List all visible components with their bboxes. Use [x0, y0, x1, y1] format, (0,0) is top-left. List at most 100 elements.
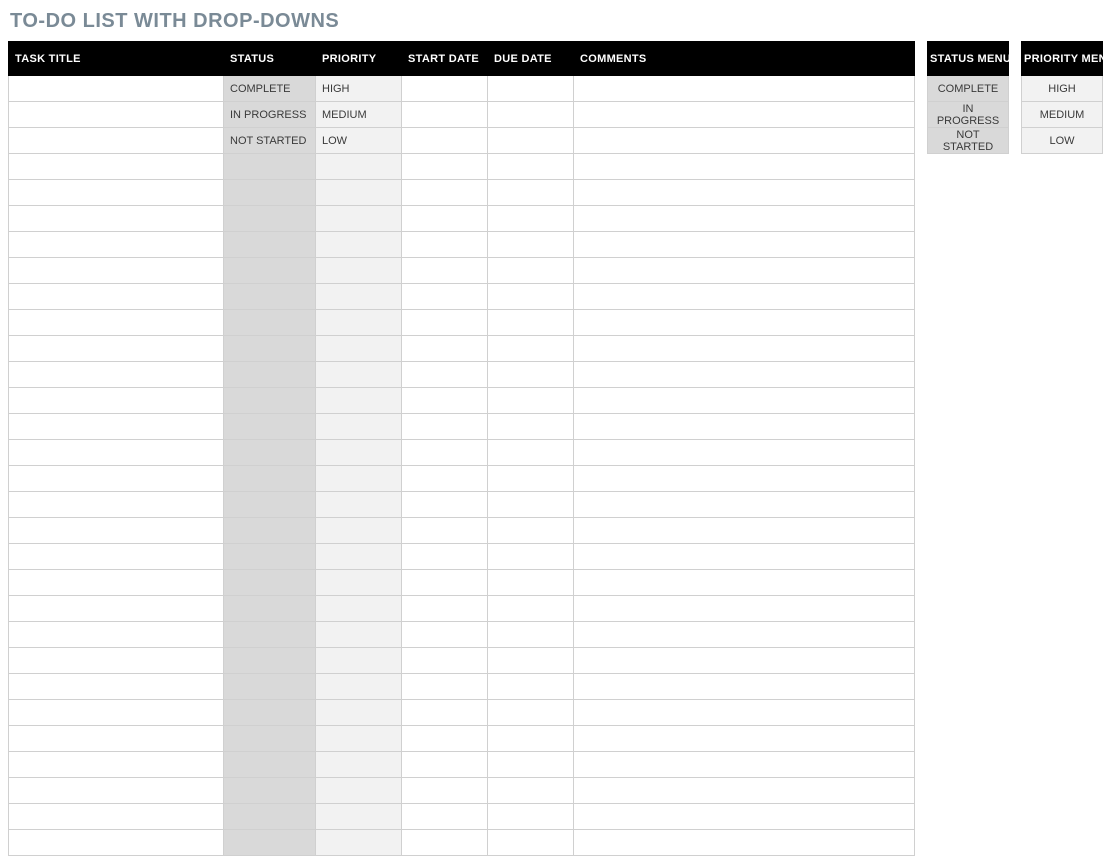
cell-comments[interactable] — [574, 154, 915, 180]
cell-due-date[interactable] — [488, 336, 574, 362]
cell-task-title[interactable] — [9, 700, 224, 726]
cell-status[interactable] — [224, 778, 316, 804]
cell-status[interactable] — [224, 700, 316, 726]
cell-start-date[interactable] — [402, 180, 488, 206]
cell-due-date[interactable] — [488, 232, 574, 258]
cell-comments[interactable] — [574, 700, 915, 726]
cell-due-date[interactable] — [488, 570, 574, 596]
cell-start-date[interactable] — [402, 102, 488, 128]
cell-due-date[interactable] — [488, 76, 574, 102]
cell-comments[interactable] — [574, 232, 915, 258]
cell-due-date[interactable] — [488, 492, 574, 518]
cell-due-date[interactable] — [488, 544, 574, 570]
cell-priority[interactable]: LOW — [316, 128, 402, 154]
cell-start-date[interactable] — [402, 778, 488, 804]
cell-comments[interactable] — [574, 310, 915, 336]
cell-start-date[interactable] — [402, 544, 488, 570]
cell-due-date[interactable] — [488, 154, 574, 180]
cell-status[interactable] — [224, 726, 316, 752]
cell-due-date[interactable] — [488, 440, 574, 466]
cell-task-title[interactable] — [9, 778, 224, 804]
cell-comments[interactable] — [574, 76, 915, 102]
cell-priority[interactable] — [316, 570, 402, 596]
cell-status[interactable] — [224, 622, 316, 648]
cell-priority[interactable] — [316, 778, 402, 804]
cell-status[interactable] — [224, 648, 316, 674]
cell-priority[interactable] — [316, 700, 402, 726]
cell-comments[interactable] — [574, 596, 915, 622]
cell-status[interactable] — [224, 544, 316, 570]
cell-priority[interactable] — [316, 362, 402, 388]
cell-task-title[interactable] — [9, 830, 224, 856]
cell-task-title[interactable] — [9, 310, 224, 336]
cell-comments[interactable] — [574, 726, 915, 752]
cell-status[interactable] — [224, 206, 316, 232]
cell-start-date[interactable] — [402, 258, 488, 284]
cell-priority[interactable] — [316, 674, 402, 700]
cell-status[interactable] — [224, 570, 316, 596]
cell-task-title[interactable] — [9, 206, 224, 232]
cell-comments[interactable] — [574, 492, 915, 518]
cell-priority[interactable] — [316, 648, 402, 674]
cell-priority[interactable] — [316, 414, 402, 440]
cell-task-title[interactable] — [9, 284, 224, 310]
cell-due-date[interactable] — [488, 466, 574, 492]
cell-comments[interactable] — [574, 206, 915, 232]
cell-task-title[interactable] — [9, 440, 224, 466]
cell-status[interactable] — [224, 258, 316, 284]
cell-priority[interactable] — [316, 518, 402, 544]
cell-task-title[interactable] — [9, 648, 224, 674]
cell-comments[interactable] — [574, 128, 915, 154]
cell-start-date[interactable] — [402, 492, 488, 518]
cell-due-date[interactable] — [488, 726, 574, 752]
cell-due-date[interactable] — [488, 180, 574, 206]
cell-task-title[interactable] — [9, 102, 224, 128]
cell-task-title[interactable] — [9, 258, 224, 284]
cell-comments[interactable] — [574, 180, 915, 206]
cell-start-date[interactable] — [402, 154, 488, 180]
cell-priority[interactable] — [316, 258, 402, 284]
cell-comments[interactable] — [574, 804, 915, 830]
cell-due-date[interactable] — [488, 752, 574, 778]
cell-task-title[interactable] — [9, 180, 224, 206]
priority-menu-item[interactable]: LOW — [1022, 128, 1103, 154]
cell-comments[interactable] — [574, 362, 915, 388]
cell-due-date[interactable] — [488, 622, 574, 648]
cell-start-date[interactable] — [402, 414, 488, 440]
cell-due-date[interactable] — [488, 128, 574, 154]
cell-due-date[interactable] — [488, 596, 574, 622]
cell-status[interactable] — [224, 674, 316, 700]
cell-task-title[interactable] — [9, 804, 224, 830]
cell-status[interactable] — [224, 466, 316, 492]
status-menu-item[interactable]: COMPLETE — [928, 76, 1009, 102]
cell-due-date[interactable] — [488, 700, 574, 726]
cell-start-date[interactable] — [402, 674, 488, 700]
cell-due-date[interactable] — [488, 206, 574, 232]
cell-task-title[interactable] — [9, 76, 224, 102]
cell-priority[interactable] — [316, 232, 402, 258]
cell-start-date[interactable] — [402, 726, 488, 752]
cell-priority[interactable]: MEDIUM — [316, 102, 402, 128]
cell-start-date[interactable] — [402, 76, 488, 102]
cell-comments[interactable] — [574, 570, 915, 596]
cell-task-title[interactable] — [9, 674, 224, 700]
cell-start-date[interactable] — [402, 284, 488, 310]
cell-due-date[interactable] — [488, 258, 574, 284]
cell-priority[interactable] — [316, 622, 402, 648]
cell-start-date[interactable] — [402, 518, 488, 544]
cell-task-title[interactable] — [9, 596, 224, 622]
cell-status[interactable] — [224, 596, 316, 622]
priority-menu-item[interactable]: MEDIUM — [1022, 102, 1103, 128]
cell-priority[interactable] — [316, 388, 402, 414]
cell-priority[interactable] — [316, 206, 402, 232]
cell-priority[interactable] — [316, 596, 402, 622]
cell-status[interactable] — [224, 804, 316, 830]
cell-priority[interactable] — [316, 440, 402, 466]
cell-priority[interactable] — [316, 284, 402, 310]
cell-status[interactable] — [224, 440, 316, 466]
cell-status[interactable] — [224, 830, 316, 856]
cell-due-date[interactable] — [488, 284, 574, 310]
cell-start-date[interactable] — [402, 830, 488, 856]
cell-comments[interactable] — [574, 284, 915, 310]
cell-priority[interactable] — [316, 752, 402, 778]
